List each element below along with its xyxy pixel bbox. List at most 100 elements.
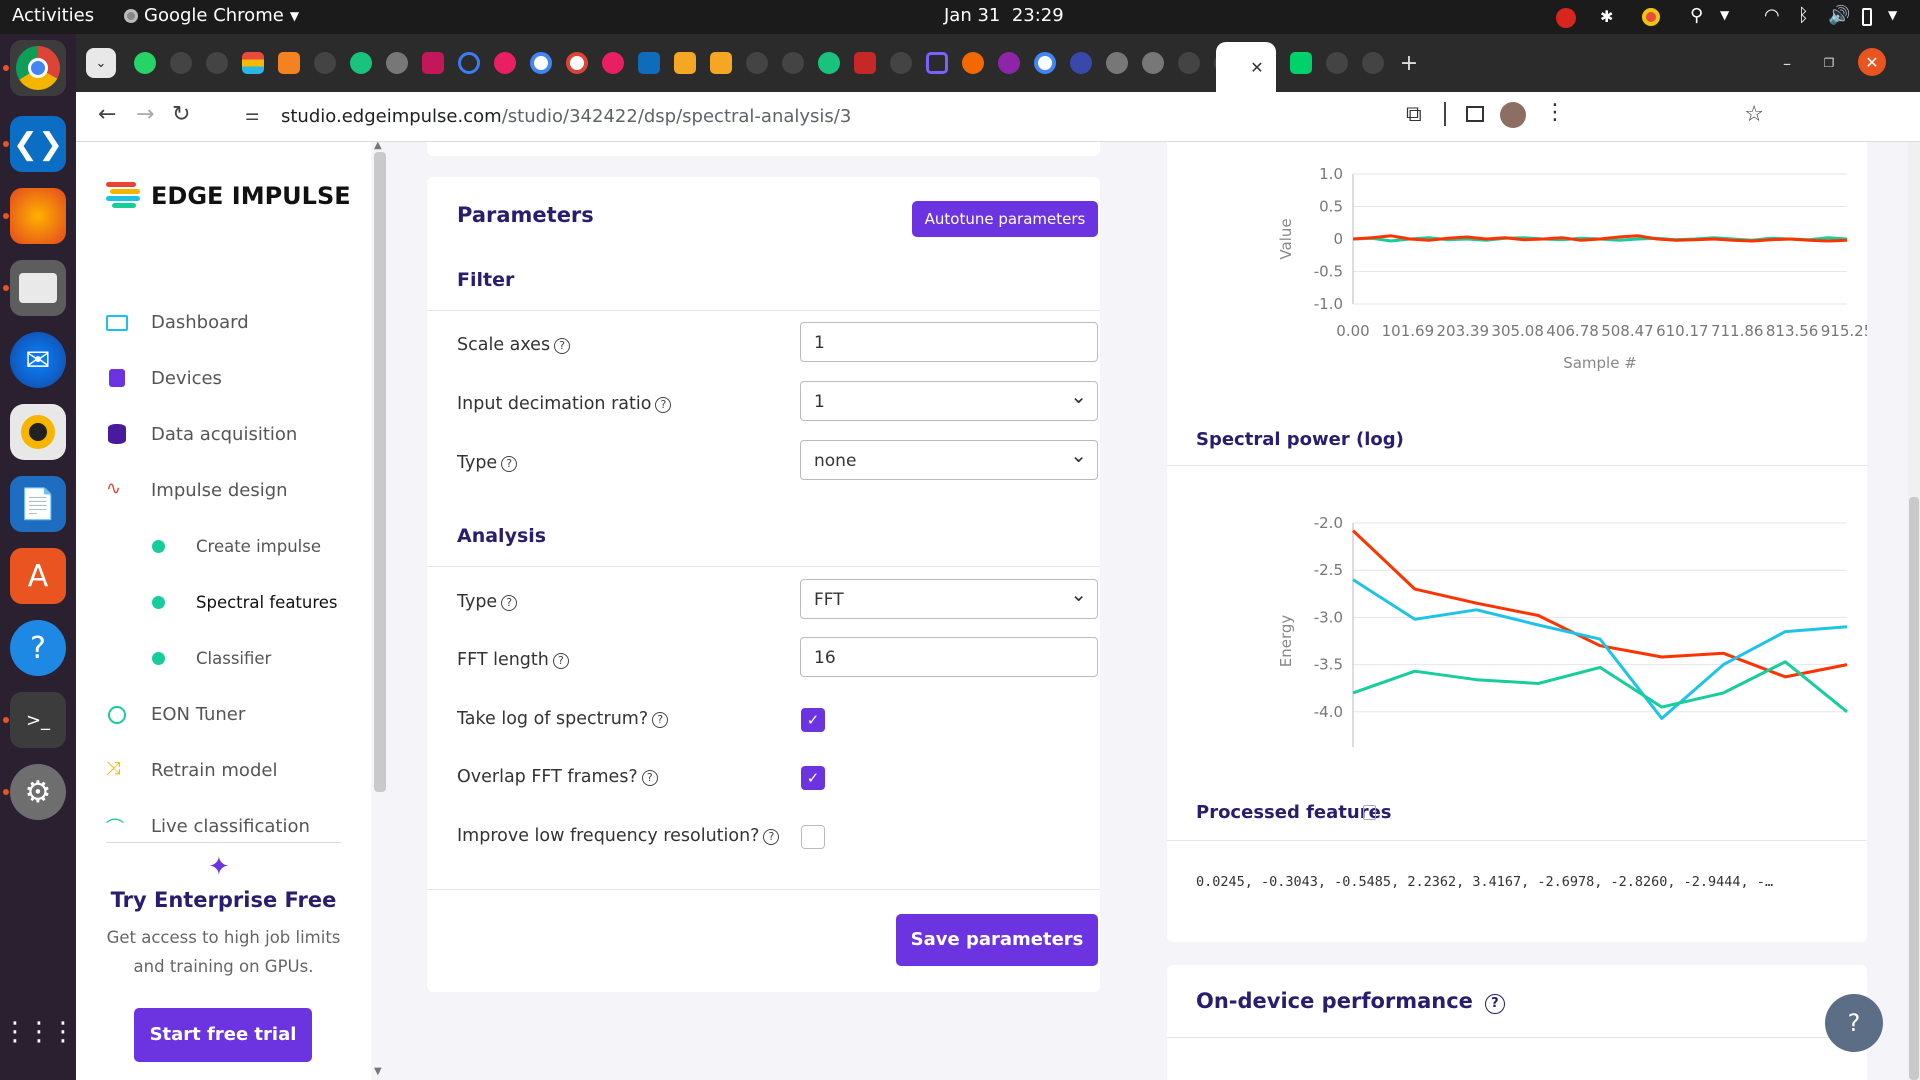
tab-gray-2[interactable] — [1100, 46, 1134, 80]
sidebar-item-data-acquisition[interactable]: Data acquisition — [76, 412, 371, 456]
tab-gray-1[interactable] — [380, 46, 414, 80]
sidebar-item-devices[interactable]: Devices — [76, 356, 371, 400]
tab-github-9[interactable] — [1320, 46, 1354, 80]
sidebar-scrollbar[interactable] — [374, 152, 386, 792]
take-log-checkbox[interactable]: ✓ — [801, 708, 825, 732]
tab-search-button[interactable]: ⌄ — [86, 48, 116, 78]
start-free-trial-button[interactable]: Start free trial — [134, 1008, 312, 1062]
tab-cube[interactable] — [920, 46, 954, 80]
tab-outlook[interactable] — [632, 46, 666, 80]
clock[interactable]: Jan 31 23:29 — [944, 5, 1064, 26]
chrome-menu-icon[interactable]: ⋮ — [1544, 100, 1566, 125]
sidebar-item-eon-tuner[interactable]: EON Tuner — [76, 692, 371, 736]
fft-length-input[interactable]: 16 — [800, 637, 1098, 677]
tab-google-2[interactable] — [560, 46, 594, 80]
help-chat-button[interactable]: ? — [1825, 994, 1883, 1052]
help-icon[interactable]: ? — [641, 770, 658, 786]
tab-gray-3[interactable] — [1136, 46, 1170, 80]
sidebar-item-retrain-model[interactable]: ⤨ Retrain model — [76, 748, 371, 792]
tab-green[interactable] — [1284, 46, 1318, 80]
help-icon[interactable]: ? — [552, 653, 569, 669]
tab-edge-impulse-1[interactable] — [236, 46, 270, 80]
tab-pink[interactable] — [488, 46, 522, 80]
accessibility-icon[interactable]: ⚲ — [1690, 5, 1703, 26]
sidebar-item-dashboard[interactable]: Dashboard — [76, 300, 371, 344]
chrome-dock-icon[interactable] — [10, 40, 66, 96]
terminal-icon[interactable]: >_ — [10, 692, 66, 748]
tab-github-1[interactable] — [164, 46, 198, 80]
tab-red-x[interactable] — [848, 46, 882, 80]
tab-orange[interactable] — [272, 46, 306, 80]
page-scrollbar-thumb[interactable] — [1909, 497, 1919, 1080]
help-icon[interactable]: ? — [763, 829, 780, 845]
profile-avatar[interactable] — [1500, 102, 1526, 128]
settings-icon[interactable]: ⚙ — [10, 764, 66, 820]
minimize-button[interactable]: – — [1770, 46, 1804, 80]
notification-icon[interactable] — [1556, 8, 1576, 28]
firefox-icon[interactable] — [10, 188, 66, 244]
tab-chatgpt-1[interactable] — [344, 46, 378, 80]
tab-github-3[interactable] — [308, 46, 342, 80]
sidebar-item-classifier[interactable]: Classifier — [76, 636, 371, 680]
scroll-up-arrow-icon[interactable]: ▲ — [374, 142, 382, 151]
vscode-icon[interactable]: ❮❯ — [10, 116, 66, 172]
help-icon[interactable]: ? — [652, 712, 669, 728]
help-icon[interactable]: ? — [655, 397, 672, 413]
help-icon[interactable]: ? — [501, 456, 518, 472]
tab-blue-ring[interactable] — [452, 46, 486, 80]
app-menu[interactable]: Google Chrome ▼ — [124, 5, 299, 26]
tab-active[interactable]: ✕ — [1216, 42, 1276, 92]
extensions-icon[interactable]: ⧉ — [1406, 102, 1422, 127]
save-parameters-button[interactable]: Save parameters — [896, 914, 1098, 966]
tab-github-5[interactable] — [776, 46, 810, 80]
volume-icon[interactable]: 🔊 — [1828, 5, 1850, 26]
system-menu-chevron-icon[interactable]: ▼ — [1888, 8, 1897, 22]
tab-google-1[interactable] — [524, 46, 558, 80]
slack-icon[interactable]: ✱ — [1600, 7, 1613, 26]
tab-github-4[interactable] — [740, 46, 774, 80]
scroll-down-arrow-icon[interactable]: ▼ — [374, 1066, 382, 1077]
thunderbird-icon[interactable]: ✉ — [10, 332, 66, 388]
wifi-icon[interactable]: ◠ — [1764, 5, 1780, 26]
back-button[interactable]: ← — [98, 102, 116, 127]
help-icon[interactable]: ? — [554, 338, 571, 354]
help-icon[interactable]: ? — [1484, 994, 1505, 1014]
tab-github-6[interactable] — [884, 46, 918, 80]
files-icon[interactable] — [10, 260, 66, 316]
app-center-icon[interactable]: A — [10, 548, 66, 604]
low-freq-checkbox[interactable] — [801, 825, 825, 849]
maximize-button[interactable]: ❐ — [1812, 46, 1846, 80]
tab-github-10[interactable] — [1356, 46, 1390, 80]
reload-button[interactable]: ↻ — [172, 102, 190, 127]
chrome-tray-icon[interactable] — [1642, 8, 1660, 26]
sidebar-item-spectral-features[interactable]: Spectral features — [76, 580, 371, 624]
sidebar-item-create-impulse[interactable]: Create impulse — [76, 524, 371, 568]
forward-button[interactable]: → — [136, 102, 154, 127]
site-info-icon[interactable]: ⚌ — [245, 105, 259, 124]
activities-button[interactable]: Activities — [12, 5, 94, 26]
rhythmbox-icon[interactable] — [10, 404, 66, 460]
help-icon[interactable]: ? — [501, 595, 518, 611]
tab-in-2[interactable] — [704, 46, 738, 80]
tray-chevron-icon[interactable]: ▼ — [1720, 8, 1729, 22]
bookmark-star-icon[interactable]: ☆ — [1744, 102, 1764, 127]
tab-chatgpt-2[interactable] — [812, 46, 846, 80]
sidebar-item-impulse-design[interactable]: ∿ Impulse design — [76, 468, 371, 512]
bluetooth-icon[interactable]: ᛒ — [1798, 5, 1809, 26]
tab-in-1[interactable] — [668, 46, 702, 80]
close-window-button[interactable]: ✕ — [1858, 48, 1886, 76]
analysis-type-select[interactable]: FFT — [800, 579, 1098, 619]
tab-github-2[interactable] — [200, 46, 234, 80]
side-panel-icon[interactable] — [1466, 106, 1484, 122]
tab-grafana[interactable] — [956, 46, 990, 80]
tab-red-stripes[interactable] — [416, 46, 450, 80]
tab-pink-2[interactable] — [596, 46, 630, 80]
show-apps-icon[interactable]: ⋮⋮⋮ — [2, 1004, 76, 1060]
battery-icon[interactable] — [1862, 8, 1872, 26]
overlap-checkbox[interactable]: ✓ — [801, 766, 825, 790]
close-tab-icon[interactable]: ✕ — [1250, 58, 1263, 77]
filter-type-select[interactable]: none — [800, 440, 1098, 480]
tab-github-7[interactable] — [1172, 46, 1206, 80]
tab-whatsapp[interactable] — [128, 46, 162, 80]
tab-google-3[interactable] — [1028, 46, 1062, 80]
